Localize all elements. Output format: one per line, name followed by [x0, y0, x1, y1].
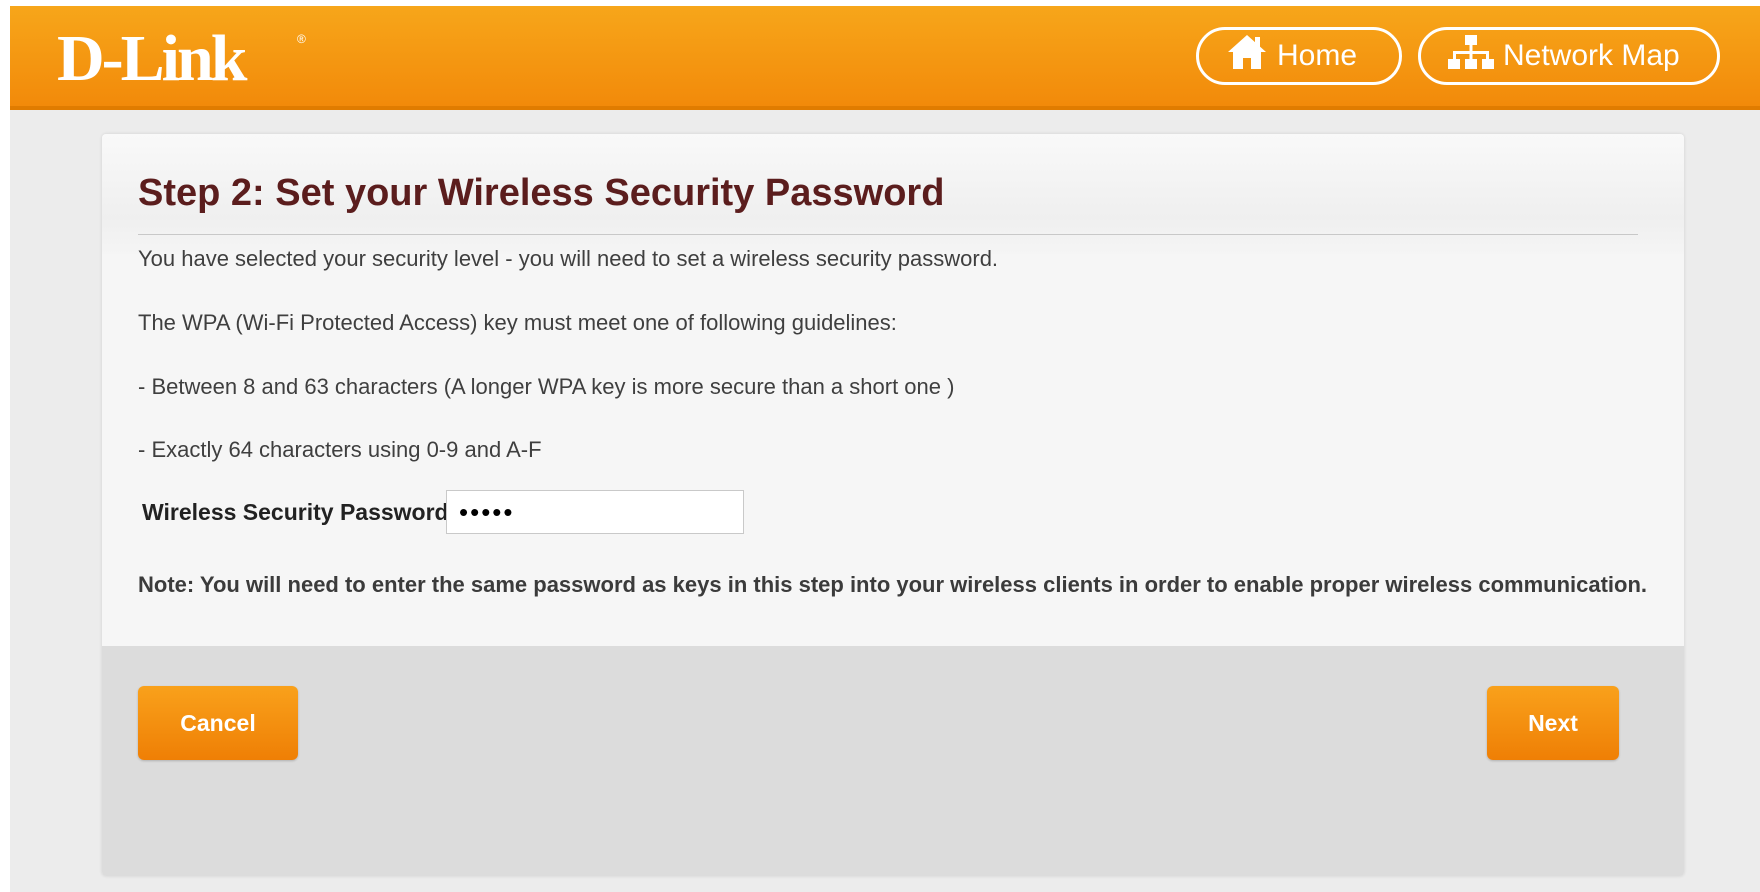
guideline-item: - Between 8 and 63 characters (A longer …: [138, 374, 955, 399]
home-label: Home: [1277, 39, 1358, 72]
wizard-card: Step 2: Set your Wireless Security Passw…: [102, 134, 1684, 876]
guideline-item: - Exactly 64 characters using 0-9 and A-…: [138, 437, 542, 462]
registered-mark: ®: [297, 32, 306, 46]
home-button[interactable]: Home: [1196, 27, 1402, 85]
header-bar: D-Link ® Home Network Map: [10, 6, 1760, 110]
button-bar: Cancel Next: [102, 646, 1684, 876]
page: D-Link ® Home Network Map Step 2: Set yo…: [10, 6, 1760, 892]
network-map-icon: [1447, 32, 1495, 80]
guidelines-text: The WPA (Wi-Fi Protected Access) key mus…: [138, 310, 897, 335]
page-title: Step 2: Set your Wireless Security Passw…: [138, 172, 945, 214]
title-divider: [138, 234, 1638, 235]
dlink-logo: D-Link: [57, 22, 247, 95]
note-text: Note: You will need to enter the same pa…: [138, 572, 1648, 597]
intro-text: You have selected your security level - …: [138, 246, 999, 271]
home-icon: [1225, 32, 1269, 80]
network-map-button[interactable]: Network Map: [1418, 27, 1720, 85]
cancel-button[interactable]: Cancel: [138, 686, 298, 760]
network-map-label: Network Map: [1503, 39, 1680, 72]
password-label: Wireless Security Password:: [142, 499, 457, 525]
password-field[interactable]: [446, 490, 744, 534]
next-button[interactable]: Next: [1487, 686, 1619, 760]
